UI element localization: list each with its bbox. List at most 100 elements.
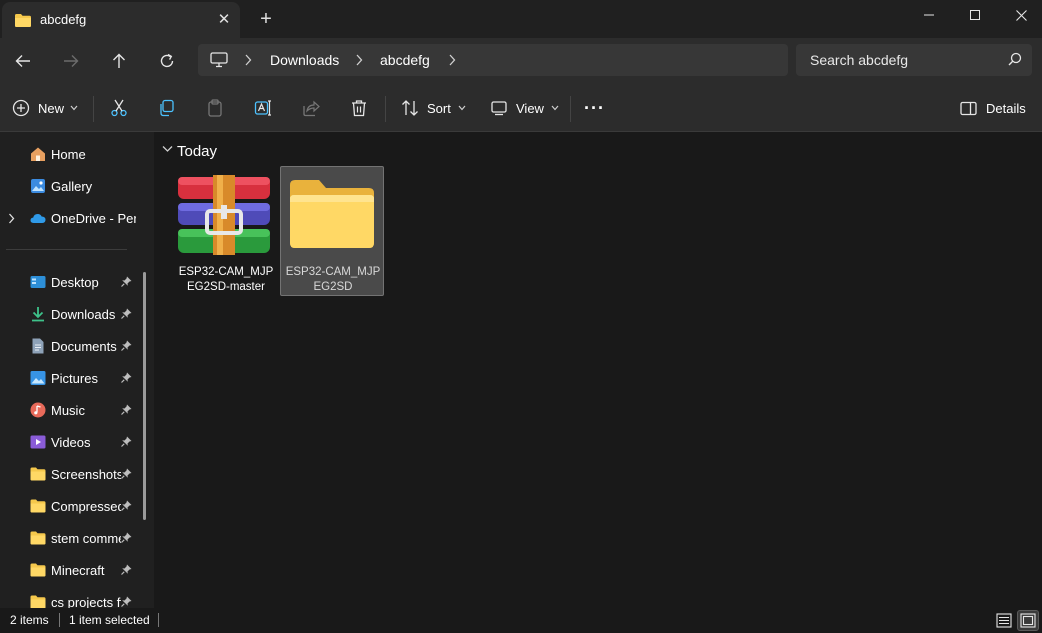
details-button[interactable]: Details: [960, 96, 1026, 120]
new-label: New: [38, 100, 65, 116]
maximize-button[interactable]: [952, 0, 998, 30]
delete-button[interactable]: [350, 96, 368, 120]
sidebar-item-label: Downloads: [51, 307, 116, 322]
sidebar-item-pictures[interactable]: Pictures: [0, 364, 146, 392]
divider: [385, 96, 386, 122]
group-header-today[interactable]: Today: [177, 143, 217, 160]
file-name: ESP32-CAM_MJPEG2SD: [285, 266, 381, 293]
breadcrumb-abcdefg[interactable]: abcdefg: [380, 52, 430, 68]
folder-icon: [30, 531, 46, 545]
search-icon: [1008, 52, 1022, 66]
file-item[interactable]: ESP32-CAM_MJPEG2SD-master: [173, 166, 277, 296]
pin-icon[interactable]: [121, 372, 132, 383]
back-button[interactable]: [10, 48, 36, 74]
paste-button[interactable]: [206, 96, 224, 120]
search-placeholder: Search abcdefg: [810, 52, 909, 68]
close-window-button[interactable]: [998, 0, 1042, 30]
new-tab-icon[interactable]: +: [255, 8, 277, 30]
pin-icon[interactable]: [121, 500, 132, 511]
search-input[interactable]: Search abcdefg: [796, 44, 1032, 76]
more-options-button[interactable]: ···: [584, 96, 605, 120]
pin-icon[interactable]: [121, 276, 132, 287]
pin-icon[interactable]: [121, 308, 132, 319]
navigation-pane: Home Gallery OneDrive - Perso Desktop Do…: [0, 132, 154, 608]
sidebar-item-desktop[interactable]: Desktop: [0, 268, 146, 296]
copy-icon: [160, 99, 174, 117]
details-view-button[interactable]: [993, 610, 1015, 631]
rename-button[interactable]: [254, 96, 272, 120]
sort-label: Sort: [427, 100, 451, 116]
breadcrumb[interactable]: Downloads abcdefg: [198, 44, 788, 76]
tab-abcdefg[interactable]: abcdefg ✕: [2, 2, 240, 38]
chevron-down-icon: [70, 105, 78, 111]
file-item-selected[interactable]: ESP32-CAM_MJPEG2SD: [280, 166, 384, 296]
share-button[interactable]: [302, 96, 320, 120]
file-view[interactable]: Today ESP32-CAM_MJPEG2SD-master ESP32-CA…: [154, 132, 1042, 608]
minimize-icon: [924, 14, 934, 16]
sidebar-item-label: Documents: [51, 339, 117, 354]
chevron-right-icon[interactable]: [244, 54, 252, 66]
chevron-right-icon[interactable]: [448, 54, 456, 66]
divider: [158, 613, 159, 627]
sidebar-item-screenshots[interactable]: Screenshots: [0, 460, 146, 488]
sidebar-item-cs-projects[interactable]: cs projects ff: [0, 588, 146, 608]
copy-button[interactable]: [158, 96, 176, 120]
onedrive-icon: [30, 214, 46, 223]
divider: [59, 613, 60, 627]
minimize-button[interactable]: [906, 0, 952, 30]
large-icons-view-icon: [1020, 613, 1036, 628]
pin-icon[interactable]: [121, 532, 132, 543]
new-button[interactable]: New: [12, 96, 78, 120]
folder-icon: [30, 499, 46, 513]
selection-count: 1 item selected: [69, 613, 150, 627]
refresh-button[interactable]: [154, 48, 180, 74]
pin-icon[interactable]: [121, 564, 132, 575]
sidebar-item-stem[interactable]: stem comme: [0, 524, 146, 552]
close-icon: [1015, 10, 1027, 21]
chevron-down-icon[interactable]: [162, 145, 173, 153]
music-icon: [30, 402, 46, 418]
sidebar-item-gallery[interactable]: Gallery: [0, 172, 146, 200]
close-tab-icon[interactable]: ✕: [214, 10, 234, 30]
chevron-right-icon[interactable]: [8, 213, 15, 224]
sidebar-item-label: Gallery: [51, 179, 93, 194]
arrow-up-icon: [113, 53, 125, 68]
title-bar: abcdefg ✕ +: [0, 0, 1042, 38]
desktop-icon: [30, 276, 46, 288]
pin-icon[interactable]: [121, 596, 132, 607]
sidebar-item-onedrive[interactable]: OneDrive - Perso: [0, 204, 146, 232]
pin-icon[interactable]: [121, 340, 132, 351]
home-icon: [31, 147, 45, 161]
sidebar-item-label: Screenshots: [51, 467, 121, 482]
folder-icon: [290, 180, 374, 248]
pin-icon[interactable]: [121, 404, 132, 415]
pin-icon[interactable]: [121, 468, 132, 479]
tiles-view-button[interactable]: [1017, 610, 1039, 631]
list-view-icon: [996, 613, 1012, 628]
sidebar-item-home[interactable]: Home: [0, 140, 146, 168]
sidebar-item-minecraft[interactable]: Minecraft: [0, 556, 146, 584]
sidebar-item-label: Desktop: [51, 275, 99, 290]
up-button[interactable]: [106, 48, 132, 74]
forward-button[interactable]: [58, 48, 84, 74]
folder-icon: [15, 14, 31, 27]
documents-icon: [32, 338, 44, 354]
sidebar-item-music[interactable]: Music: [0, 396, 146, 424]
chevron-down-icon: [551, 105, 559, 111]
chevron-right-icon[interactable]: [355, 54, 363, 66]
sidebar-item-label: Home: [51, 147, 86, 162]
sidebar-scrollbar[interactable]: [143, 272, 146, 520]
sidebar-item-videos[interactable]: Videos: [0, 428, 146, 456]
sidebar-item-label: Videos: [51, 435, 91, 450]
pin-icon[interactable]: [121, 436, 132, 447]
sidebar-item-compressed[interactable]: Compressed: [0, 492, 146, 520]
sidebar-item-downloads[interactable]: Downloads: [0, 300, 146, 328]
divider: [6, 249, 127, 250]
sidebar-item-documents[interactable]: Documents: [0, 332, 146, 360]
view-button[interactable]: View: [490, 96, 559, 120]
cut-button[interactable]: [110, 96, 128, 120]
sort-button[interactable]: Sort: [401, 96, 466, 120]
divider: [570, 96, 571, 122]
breadcrumb-downloads[interactable]: Downloads: [270, 52, 339, 68]
sidebar-item-label: Minecraft: [51, 563, 105, 578]
